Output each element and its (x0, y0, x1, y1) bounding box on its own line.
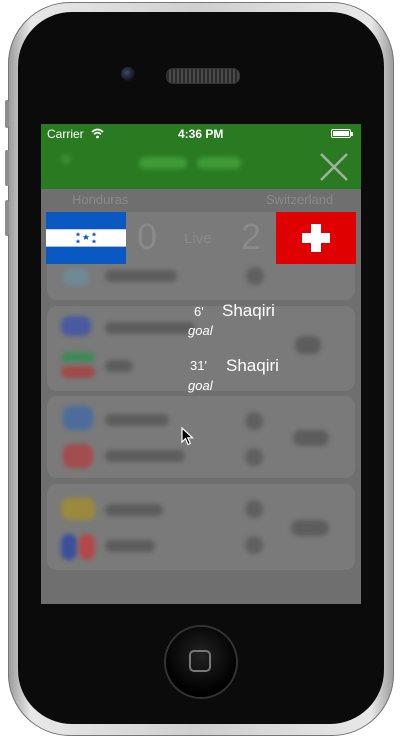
bg-row-placeholder (293, 430, 329, 446)
honduras-flag-icon (46, 212, 126, 264)
bg-row-circle (245, 448, 263, 466)
bg-row-placeholder (105, 322, 195, 334)
battery-icon (331, 129, 353, 138)
bg-flag-placeholder (61, 352, 95, 362)
clock: 4:36 PM (178, 127, 224, 141)
bg-row-placeholder (291, 520, 329, 536)
nav-title-placeholder-2 (197, 157, 241, 169)
carrier-label: Carrier (47, 127, 84, 141)
bg-row-placeholder (105, 360, 133, 372)
bg-flag-placeholder (61, 366, 95, 378)
away-team-label: Switzerland (266, 192, 334, 207)
bg-row-placeholder (105, 270, 177, 282)
nav-back-dot (61, 154, 71, 164)
wifi-icon (91, 128, 104, 139)
home-score: 0 (137, 216, 158, 257)
front-camera (121, 67, 135, 81)
status-bar: Carrier 4:36 PM (41, 124, 361, 144)
bg-row-placeholder (105, 414, 169, 426)
bg-row-circle (245, 536, 263, 554)
volume-down-button (5, 200, 9, 236)
event-player: Shaqiri (226, 356, 279, 375)
event-player: Shaqiri (222, 301, 275, 320)
bg-row-placeholder (63, 268, 89, 286)
home-team-label: Honduras (72, 192, 129, 207)
event-minute: 6' (194, 304, 204, 319)
event-type: goal (188, 378, 213, 393)
nav-title-placeholder (139, 157, 187, 169)
volume-up-button (5, 150, 9, 186)
event-type: goal (188, 323, 213, 338)
bg-flag-placeholder (63, 444, 93, 468)
bg-flag-placeholder (63, 406, 93, 430)
bg-row-circle (246, 267, 264, 285)
home-button-icon (189, 650, 211, 672)
bg-row-circle (245, 412, 263, 430)
away-score: 2 (241, 216, 262, 257)
bg-row-placeholder (105, 504, 163, 516)
device-screen: Carrier 4:36 PM Honduras Switzerland 0 L… (41, 124, 361, 604)
bg-flag-placeholder (61, 498, 95, 520)
event-minute: 31' (190, 358, 207, 373)
bg-flag-placeholder (61, 316, 91, 336)
cursor-icon (181, 427, 195, 446)
navigation-bar (41, 144, 361, 189)
bg-row-placeholder (105, 450, 185, 462)
bg-flag-placeholder (79, 534, 95, 560)
bg-row-circle (245, 500, 263, 518)
close-icon[interactable] (319, 152, 349, 182)
bg-row-placeholder (295, 336, 321, 354)
bg-row-placeholder (105, 540, 155, 552)
match-status: Live (184, 230, 212, 247)
mute-switch (5, 100, 9, 128)
earpiece-speaker (166, 68, 240, 84)
switzerland-flag-icon (276, 212, 356, 264)
bg-flag-placeholder (61, 534, 77, 560)
